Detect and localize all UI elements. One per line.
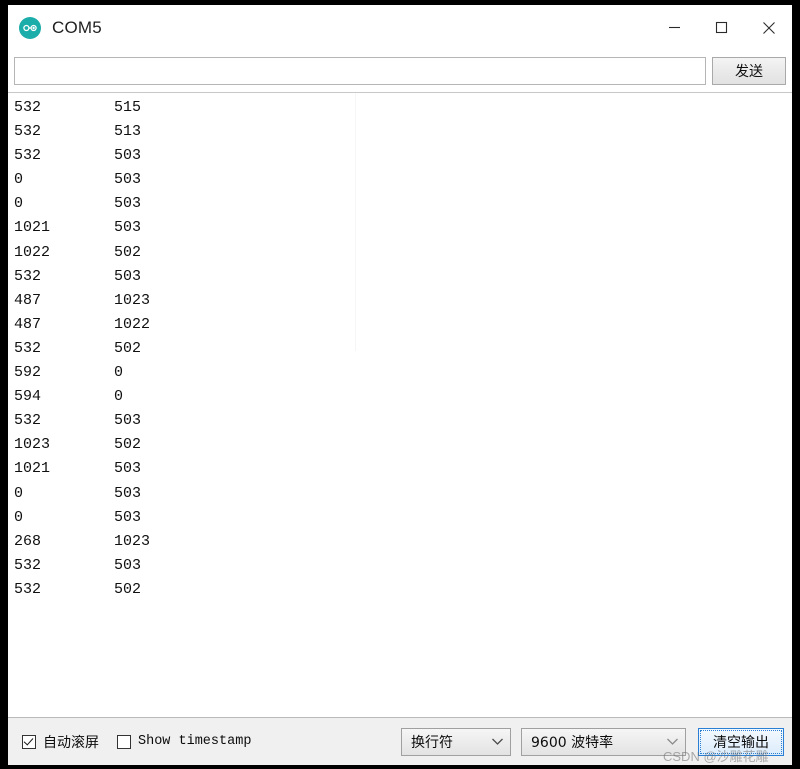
serial-value-a: 1021 xyxy=(14,219,51,237)
serial-value-b: 503 xyxy=(114,195,142,213)
serial-output-line: 532 503 xyxy=(14,554,792,578)
serial-value-b: 503 xyxy=(114,171,142,189)
serial-value-b: 0 xyxy=(114,364,124,382)
serial-value-a: 532 xyxy=(14,267,42,285)
serial-value-a: 592 xyxy=(14,364,42,382)
status-bar: 自动滚屏 Show timestamp 换行符 9600 波特率 清空输出 CS… xyxy=(8,717,792,765)
serial-output-line: 268 1023 xyxy=(14,530,792,554)
clear-output-button[interactable]: 清空输出 xyxy=(698,727,784,756)
serial-value-b: 1022 xyxy=(114,315,151,333)
serial-value-a: 1022 xyxy=(14,243,51,261)
serial-value-b: 503 xyxy=(114,267,142,285)
serial-value-b: 0 xyxy=(114,388,124,406)
maximize-button[interactable] xyxy=(698,5,745,50)
title-bar-left: COM5 xyxy=(8,16,102,39)
serial-value-a: 532 xyxy=(14,123,42,141)
serial-output-line: 532 503 xyxy=(14,265,792,289)
serial-value-a: 0 xyxy=(14,171,24,189)
serial-value-b: 502 xyxy=(114,243,142,261)
show-timestamp-checkbox-box[interactable] xyxy=(117,734,131,749)
serial-value-a: 532 xyxy=(14,580,42,598)
serial-value-b: 502 xyxy=(114,339,142,357)
serial-value-a: 1021 xyxy=(14,460,51,478)
serial-value-a: 0 xyxy=(14,508,24,526)
title-bar: COM5 xyxy=(8,5,792,50)
baud-rate-value: 9600 波特率 xyxy=(531,734,614,751)
serial-output-line: 0 503 xyxy=(14,192,792,216)
serial-value-b: 513 xyxy=(114,123,142,141)
send-input[interactable] xyxy=(14,57,706,85)
serial-value-a: 532 xyxy=(14,99,42,116)
show-timestamp-checkbox[interactable]: Show timestamp xyxy=(117,734,251,749)
serial-value-b: 503 xyxy=(114,556,142,574)
serial-value-b: 503 xyxy=(114,219,142,237)
serial-output-line: 1021 503 xyxy=(14,216,792,240)
show-timestamp-label: Show timestamp xyxy=(138,734,252,749)
serial-output-line: 1023 502 xyxy=(14,433,792,457)
serial-output-area[interactable]: 532 515 532 513 532 503 0 503 0 503 1021 503 1022 502… xyxy=(8,92,792,717)
serial-value-b: 515 xyxy=(114,99,142,116)
serial-value-a: 268 xyxy=(14,532,42,550)
close-icon xyxy=(762,21,775,34)
serial-value-a: 487 xyxy=(14,291,42,309)
serial-value-b: 503 xyxy=(114,508,142,526)
serial-value-b: 1023 xyxy=(114,291,151,309)
send-row: 发送 xyxy=(8,50,792,92)
serial-output-line: 532 503 xyxy=(14,144,792,168)
minimize-button[interactable] xyxy=(651,5,698,50)
serial-output-line: 0 503 xyxy=(14,168,792,192)
baud-rate-select[interactable]: 9600 波特率 xyxy=(521,727,686,756)
serial-output-text: 532 515 532 513 532 503 0 503 0 503 1021 503 1022 502… xyxy=(8,93,792,717)
serial-output-line: 0 503 xyxy=(14,482,792,506)
serial-value-b: 503 xyxy=(114,147,142,165)
status-bar-right: 换行符 9600 波特率 清空输出 xyxy=(391,727,784,756)
serial-output-line: 594 0 xyxy=(14,385,792,409)
serial-output-line: 487 1023 xyxy=(14,289,792,313)
serial-output-line: 487 1022 xyxy=(14,313,792,337)
serial-value-a: 0 xyxy=(14,484,24,502)
send-button[interactable]: 发送 xyxy=(712,57,786,85)
chevron-down-icon xyxy=(492,738,503,745)
serial-value-b: 502 xyxy=(114,436,142,454)
arduino-logo-icon xyxy=(19,16,41,39)
serial-value-b: 502 xyxy=(114,580,142,598)
serial-output-line: 592 0 xyxy=(14,361,792,385)
serial-output-line: 1021 503 xyxy=(14,457,792,481)
serial-output-line: 532 502 xyxy=(14,337,792,361)
line-ending-select[interactable]: 换行符 xyxy=(401,727,511,756)
serial-value-a: 532 xyxy=(14,339,42,357)
autoscroll-checkbox-box[interactable] xyxy=(22,734,36,749)
serial-value-a: 487 xyxy=(14,315,42,333)
close-button[interactable] xyxy=(745,5,792,50)
serial-value-a: 594 xyxy=(14,388,42,406)
line-ending-value: 换行符 xyxy=(411,734,453,751)
autoscroll-checkbox[interactable]: 自动滚屏 xyxy=(22,732,99,752)
maximize-icon xyxy=(715,21,728,34)
serial-value-b: 503 xyxy=(114,460,142,478)
autoscroll-label: 自动滚屏 xyxy=(43,734,99,751)
serial-value-a: 0 xyxy=(14,195,24,213)
serial-value-b: 503 xyxy=(114,412,142,430)
serial-output-line: 1022 502 xyxy=(14,241,792,265)
serial-output-line: 532 503 xyxy=(14,409,792,433)
serial-value-a: 532 xyxy=(14,412,42,430)
serial-value-a: 1023 xyxy=(14,436,51,454)
serial-value-b: 1023 xyxy=(114,532,151,550)
serial-monitor-window: COM5 发送 532 515 532 513 532 503 0 503 0 … xyxy=(8,5,792,765)
window-title: COM5 xyxy=(52,17,102,37)
serial-value-b: 503 xyxy=(114,484,142,502)
minimize-icon xyxy=(669,26,680,29)
serial-output-line: 532 513 xyxy=(14,120,792,144)
serial-output-line: 0 503 xyxy=(14,506,792,530)
serial-output-line: 532 515 xyxy=(14,96,792,120)
serial-output-line: 532 502 xyxy=(14,578,792,602)
chevron-down-icon xyxy=(667,738,678,745)
serial-value-a: 532 xyxy=(14,147,42,165)
serial-value-a: 532 xyxy=(14,556,42,574)
window-controls xyxy=(651,5,792,50)
